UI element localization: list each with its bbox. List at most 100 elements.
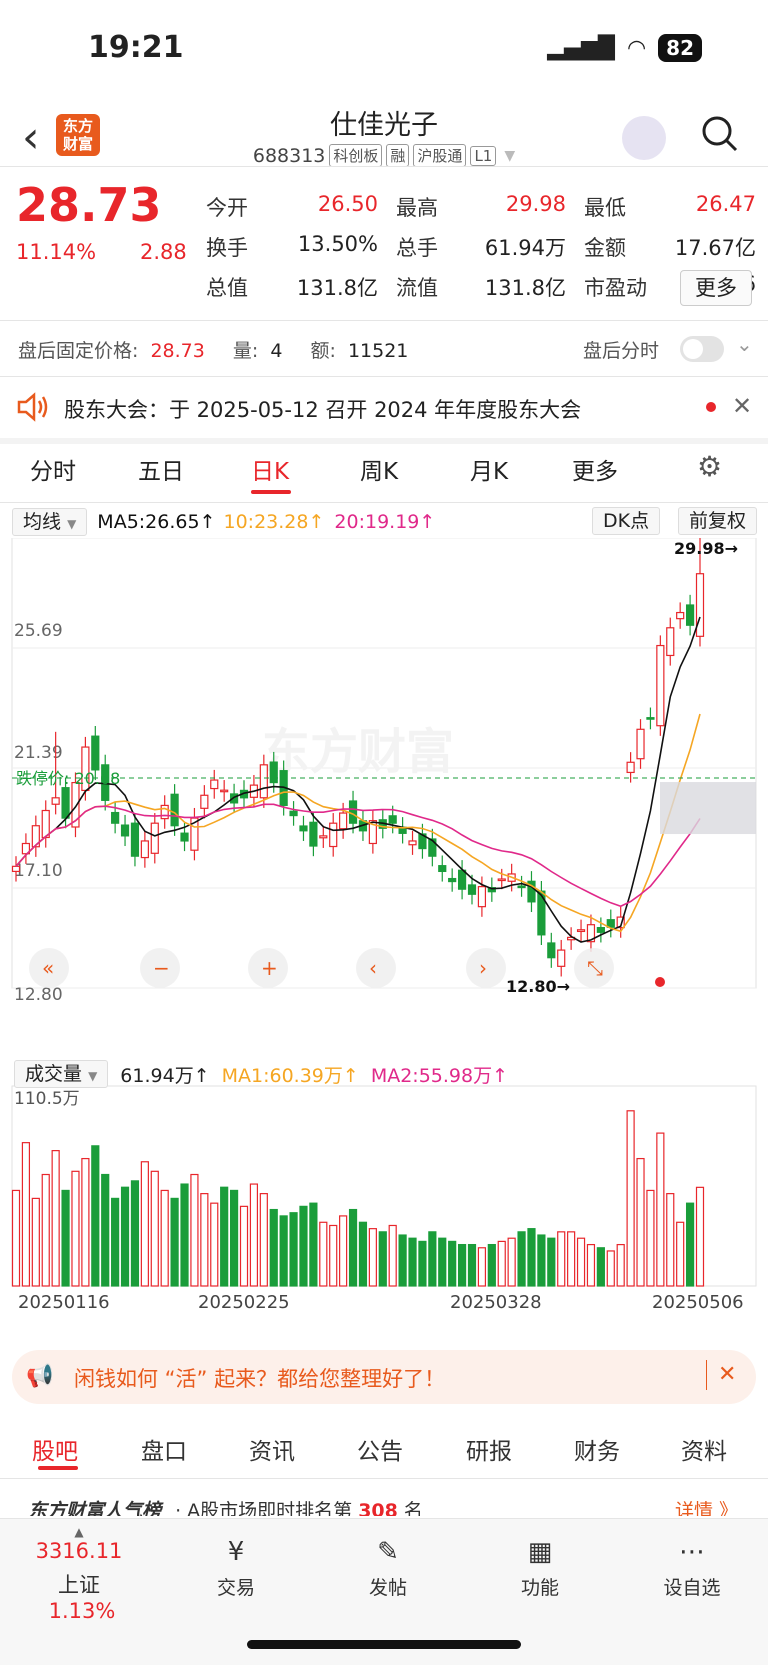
y-tick-label: 17.10 (14, 861, 63, 881)
change-percent: 11.14% (16, 240, 97, 264)
zoom-in-icon[interactable]: + (261, 956, 278, 980)
tab-more[interactable]: 更多 (572, 452, 618, 486)
volume-bar (398, 1234, 407, 1287)
footer-post[interactable]: ✎ 发帖 (348, 1537, 428, 1600)
tab-ziliao[interactable]: 资料 (681, 1432, 727, 1466)
tab-weekk[interactable]: 周K (360, 452, 398, 486)
tab-fenshi[interactable]: 分时 (30, 452, 76, 486)
after-hours-vol-label: 量: (232, 340, 259, 362)
candle-body (111, 811, 120, 824)
after-hours-vol: 4 (270, 340, 283, 362)
adjust-button[interactable]: 前复权 (678, 507, 758, 535)
footer-function[interactable]: ▦ 功能 (500, 1537, 580, 1600)
volume-bar (61, 1189, 70, 1287)
volume-bar (309, 1202, 318, 1287)
x-axis-label: 20250328 (450, 1292, 542, 1313)
volume-bar (140, 1161, 149, 1287)
volume-bar (586, 1243, 596, 1287)
candle-body (259, 764, 268, 799)
candle-body (120, 824, 130, 837)
tab-gonggao[interactable]: 公告 (357, 1432, 403, 1466)
next-icon[interactable]: › (479, 956, 487, 980)
index-name: 上证 (58, 1573, 100, 1597)
stock-code: 688313 (252, 144, 326, 167)
footer-post-label: 发帖 (368, 1577, 407, 1599)
rank-title: 东方财富人气榜 (28, 1500, 162, 1516)
candle-body (180, 832, 189, 842)
bottom-tab-underline (38, 1466, 78, 1470)
footer-trade-label: 交易 (216, 1577, 255, 1599)
volume-bar (81, 1157, 90, 1287)
zoom-out-icon[interactable]: − (153, 956, 170, 980)
candle-body (388, 815, 397, 824)
ma-selector[interactable]: 均线 ▼ (12, 508, 88, 536)
volume-legend: 成交量 ▼ 61.94万↑ MA1:60.39万↑ MA2:55.98万↑ (14, 1060, 508, 1088)
volume-bar (418, 1240, 427, 1287)
candle-body (339, 812, 348, 830)
candle-body (477, 886, 487, 908)
popularity-rank-row[interactable]: 东方财富人气榜 · A股市场即时排名第 308 名 详情 》 (28, 1496, 748, 1516)
volume-bar (279, 1215, 288, 1287)
volume-bar (517, 1231, 526, 1287)
volume-bar (507, 1237, 516, 1287)
unread-dot (706, 402, 716, 412)
tab-dayk[interactable]: 日K (251, 452, 289, 486)
today-dot (655, 977, 665, 987)
candle-body (576, 929, 586, 933)
dropdown-icon[interactable]: ▼ (504, 148, 515, 164)
rank-detail-link[interactable]: 详情 》 (675, 1496, 738, 1516)
y-tick-label: 12.80 (14, 985, 63, 1005)
volume-bar (91, 1145, 100, 1287)
footer-watchlist[interactable]: ⋯ 设自选 (652, 1537, 732, 1600)
chevron-down-icon[interactable]: ⌄ (736, 332, 753, 356)
ma10-value: 10:23.28↑ (223, 511, 325, 533)
index-widget[interactable]: ▲ 3316.11 上证 1.13% (24, 1525, 134, 1623)
candle-body (299, 825, 308, 832)
search-icon[interactable] (700, 114, 740, 158)
volume-selector[interactable]: 成交量 ▼ (14, 1060, 109, 1088)
volume-bar (527, 1228, 536, 1287)
volume-bar (259, 1193, 268, 1287)
tab-wuri[interactable]: 五日 (138, 452, 184, 486)
candle-body (269, 761, 278, 784)
volume-bar (448, 1240, 457, 1287)
promo-close-icon[interactable]: ✕ (718, 1362, 736, 1387)
volume-bar (190, 1173, 199, 1287)
tab-pankou[interactable]: 盘口 (141, 1432, 187, 1466)
tab-yanbao[interactable]: 研报 (466, 1432, 512, 1466)
volume-bar (537, 1234, 546, 1287)
tab-caiwu[interactable]: 财务 (574, 1432, 620, 1466)
volume-bar (71, 1170, 80, 1287)
grid-icon: ▦ (527, 1537, 553, 1567)
notice-text[interactable]: 股东大会：于 2025-05-12 召开 2024 年年度股东大会 (64, 394, 581, 424)
volume-bar (368, 1228, 377, 1287)
volume-bar (249, 1183, 259, 1287)
x-axis-label: 20250506 (652, 1292, 744, 1313)
candle-body (596, 927, 605, 933)
scroll-left-icon[interactable]: « (42, 956, 54, 980)
promo-divider (706, 1360, 707, 1390)
fullscreen-icon[interactable]: ⤡ (587, 956, 603, 980)
gap-zone (660, 782, 756, 835)
tag-level: L1 (470, 145, 497, 166)
more-button[interactable]: 更多 (680, 270, 752, 306)
promo-banner[interactable]: 📢 闲钱如何 “活” 起来？都给您整理好了！ ✕ (12, 1350, 756, 1404)
prev-icon[interactable]: ‹ (369, 956, 377, 980)
dk-points-button[interactable]: DK点 (592, 507, 661, 535)
signal-icon: ▂▄▆█ (547, 35, 615, 61)
kline-chart[interactable]: 东方财富29.9825.6921.3917.1012.80跌停价: 20.682… (0, 538, 768, 1328)
close-icon[interactable]: ✕ (732, 392, 752, 420)
volume-bar (200, 1193, 209, 1287)
tab-guba[interactable]: 股吧 (32, 1432, 78, 1466)
settings-gear-icon[interactable]: ⚙ (697, 450, 722, 483)
candle-body (557, 949, 566, 967)
footer-trade[interactable]: ¥ 交易 (196, 1537, 276, 1600)
volume-bar (477, 1247, 487, 1287)
high-marker: 29.98→ (674, 539, 738, 558)
tab-zixun[interactable]: 资讯 (249, 1432, 295, 1466)
candle-body (150, 822, 159, 854)
after-hours-toggle[interactable] (680, 336, 724, 362)
candle-body (200, 794, 209, 809)
tab-monthk[interactable]: 月K (470, 452, 508, 486)
assistant-avatar-icon[interactable] (622, 116, 666, 160)
